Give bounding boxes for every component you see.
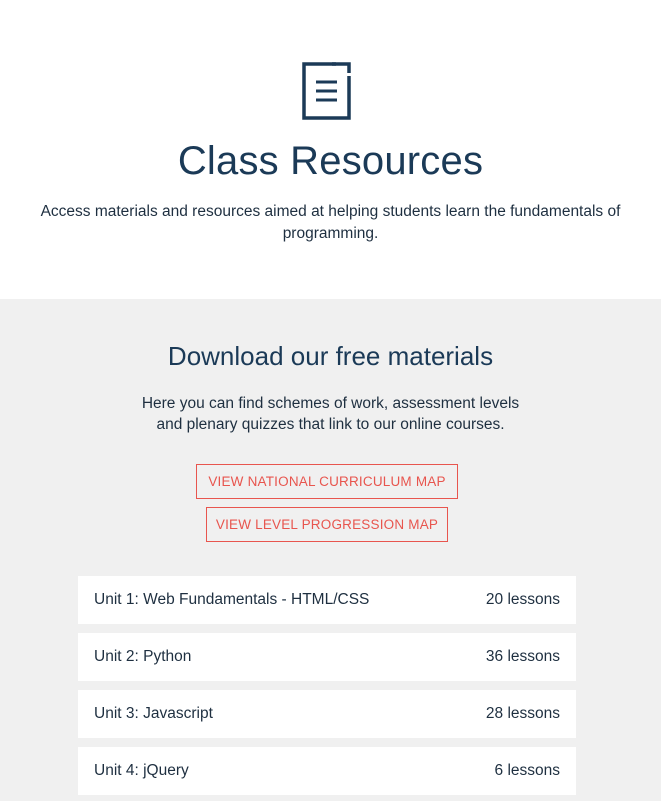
unit-name: Unit 2: Python xyxy=(94,648,192,665)
unit-row-4[interactable]: Unit 4: jQuery 6 lessons xyxy=(78,747,576,795)
materials-section: Download our free materials Here you can… xyxy=(0,299,661,801)
materials-subtitle: Here you can find schemes of work, asses… xyxy=(141,395,520,433)
page-subtitle: Access materials and resources aimed at … xyxy=(40,203,621,242)
page-title: Class Resources xyxy=(177,139,484,183)
unit-lesson-count: 20 lessons xyxy=(485,591,560,608)
unit-name: Unit 3: Javascript xyxy=(94,705,213,722)
unit-lesson-count: 36 lessons xyxy=(485,648,560,665)
materials-title: Download our free materials xyxy=(167,341,494,371)
unit-row-2[interactable]: Unit 2: Python 36 lessons xyxy=(78,633,576,681)
level-progression-map-button[interactable]: VIEW LEVEL PROGRESSION MAP xyxy=(206,507,448,542)
national-curriculum-map-button[interactable]: VIEW NATIONAL CURRICULUM MAP xyxy=(196,464,458,499)
unit-lesson-count: 28 lessons xyxy=(485,705,560,722)
unit-lesson-count: 6 lessons xyxy=(494,762,560,779)
unit-row-1[interactable]: Unit 1: Web Fundamentals - HTML/CSS 20 l… xyxy=(78,576,576,624)
unit-name: Unit 4: jQuery xyxy=(94,762,189,779)
unit-name: Unit 1: Web Fundamentals - HTML/CSS xyxy=(94,591,370,608)
document-icon xyxy=(302,62,351,120)
hero-section: Class Resources Access materials and res… xyxy=(0,0,661,299)
unit-row-3[interactable]: Unit 3: Javascript 28 lessons xyxy=(78,690,576,738)
